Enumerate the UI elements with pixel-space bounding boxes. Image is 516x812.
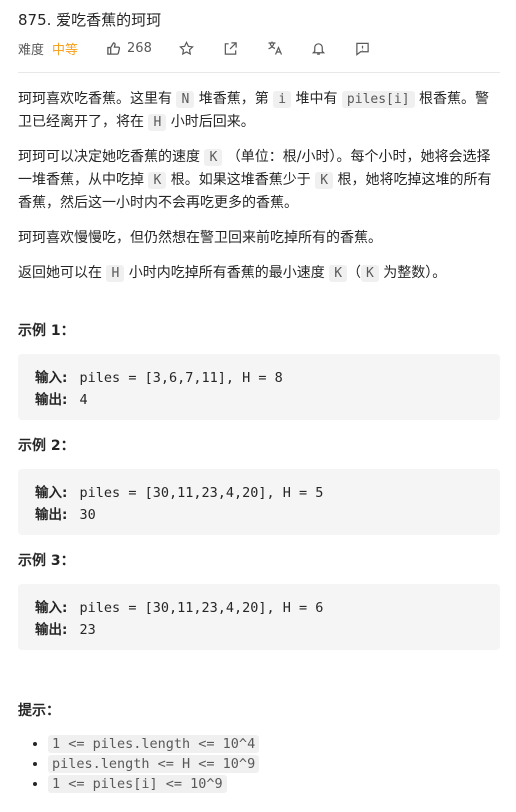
notification-button[interactable] <box>310 39 328 57</box>
problem-meta-bar: 难度 中等 268 <box>18 38 398 58</box>
difficulty-label: 难度 <box>18 42 45 58</box>
example-input-row: 输入: piles = [30,11,23,4,20], H = 6 <box>35 596 323 616</box>
divider <box>18 72 500 73</box>
inline-code: K <box>204 149 223 166</box>
inline-code: piles[i] <box>341 91 415 108</box>
hint-item: 1 <= piles.length <= 10^4 <box>48 734 260 754</box>
example-output: 23 <box>79 622 96 638</box>
example-output: 30 <box>79 507 96 523</box>
inline-code: H <box>106 265 125 282</box>
inline-code: K <box>315 172 334 189</box>
translate-icon <box>268 41 282 55</box>
description-paragraph: 珂珂喜欢慢慢吃，但仍然想在警卫回来前吃掉所有的香蕉。 <box>18 230 382 246</box>
input-label: 输入: <box>35 370 68 386</box>
like-count: 268 <box>127 40 152 56</box>
output-label: 输出: <box>35 507 68 523</box>
description-paragraph: 返回她可以在 H 小时内吃掉所有香蕉的最小速度 K （K 为整数）。 <box>18 265 447 282</box>
inline-code: N <box>176 91 195 108</box>
description-paragraph: 珂珂可以决定她吃香蕉的速度 K （单位：根/小时）。每个小时，她将会选择一堆香蕉… <box>18 149 492 211</box>
star-icon <box>179 40 195 55</box>
example-input: piles = [30,11,23,4,20], H = 6 <box>79 600 324 616</box>
example-output-row: 输出: 30 <box>35 503 96 523</box>
output-label: 输出: <box>35 392 68 408</box>
description-paragraph: 珂珂喜欢吃香蕉。这里有 N 堆香蕉，第 i 堆中有 piles[i] 根香蕉。警… <box>18 91 489 131</box>
example-heading: 示例 1： <box>18 323 75 339</box>
example-input: piles = [30,11,23,4,20], H = 5 <box>79 485 324 501</box>
problem-description: 珂珂喜欢吃香蕉。这里有 N 堆香蕉，第 i 堆中有 piles[i] 根香蕉。警… <box>18 88 500 297</box>
input-label: 输入: <box>35 485 68 501</box>
example-output: 4 <box>79 392 88 408</box>
example-block: 输入: piles = [30,11,23,4,20], H = 5 输出: 3… <box>18 469 500 535</box>
translate-button[interactable] <box>266 39 284 57</box>
example-heading: 示例 2： <box>18 438 75 454</box>
share-icon <box>225 41 238 55</box>
thumbs-up-icon <box>107 41 121 55</box>
input-label: 输入: <box>35 600 68 616</box>
example-output-row: 输出: 23 <box>35 618 96 638</box>
inline-code: K <box>329 265 348 282</box>
example-input: piles = [3,6,7,11], H = 8 <box>79 370 283 386</box>
inline-code: H <box>148 114 167 131</box>
example-block: 输入: piles = [3,6,7,11], H = 8 输出: 4 <box>18 354 500 420</box>
output-label: 输出: <box>35 622 68 638</box>
feedback-button[interactable] <box>354 39 372 57</box>
hint-item: 1 <= piles[i] <= 10^9 <box>48 774 259 794</box>
inline-code: i <box>273 91 292 108</box>
example-heading: 示例 3： <box>18 553 75 569</box>
difficulty-badge: 中等 <box>52 42 79 58</box>
hints-heading: 提示： <box>18 703 60 719</box>
hints-list: 1 <= piles.length <= 10^4 piles.length <… <box>28 734 260 794</box>
example-block: 输入: piles = [30,11,23,4,20], H = 6 输出: 2… <box>18 584 500 650</box>
share-button[interactable] <box>222 39 240 57</box>
problem-title: 875. 爱吃香蕉的珂珂 <box>18 11 162 29</box>
bell-icon <box>312 42 326 55</box>
feedback-icon <box>356 42 370 56</box>
hint-item: piles.length <= H <= 10^9 <box>48 754 260 774</box>
inline-code: K <box>148 172 167 189</box>
like-button[interactable]: 268 <box>106 41 152 56</box>
example-output-row: 输出: 4 <box>35 388 88 408</box>
example-input-row: 输入: piles = [30,11,23,4,20], H = 5 <box>35 481 323 501</box>
favorite-button[interactable] <box>178 39 196 57</box>
example-input-row: 输入: piles = [3,6,7,11], H = 8 <box>35 366 283 386</box>
inline-code: K <box>361 265 379 282</box>
